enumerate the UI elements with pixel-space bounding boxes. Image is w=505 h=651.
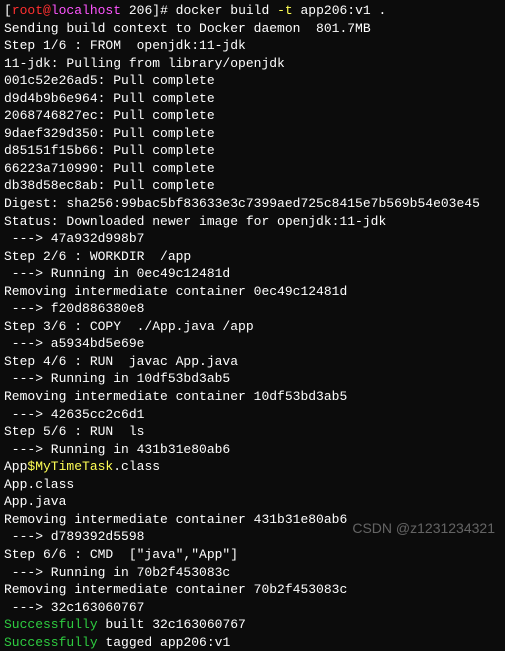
output-line: ---> 32c163060767 <box>4 599 501 617</box>
output-line: 9daef329d350: Pull complete <box>4 125 501 143</box>
output-line: 11-jdk: Pulling from library/openjdk <box>4 55 501 73</box>
text: .class <box>113 459 160 474</box>
output-line: ---> Running in 70b2f453083c <box>4 564 501 582</box>
output-line: ---> Running in 431b31e80ab6 <box>4 441 501 459</box>
output-line: 66223a710990: Pull complete <box>4 160 501 178</box>
success-text: Successfully <box>4 617 98 632</box>
success-text: Successfully <box>4 635 98 650</box>
output-line: d85151f15b66: Pull complete <box>4 142 501 160</box>
output-line: ---> Running in 0ec49c12481d <box>4 265 501 283</box>
output-line: db38d58ec8ab: Pull complete <box>4 177 501 195</box>
output-line: Step 5/6 : RUN ls <box>4 423 501 441</box>
output-line: Status: Downloaded newer image for openj… <box>4 213 501 231</box>
user: root@ <box>12 3 51 18</box>
bracket: [ <box>4 3 12 18</box>
output-line: App.class <box>4 476 501 494</box>
output-line: Removing intermediate container 0ec49c12… <box>4 283 501 301</box>
watermark: CSDN @z1231234321 <box>352 519 495 538</box>
output-line: Step 1/6 : FROM openjdk:11-jdk <box>4 37 501 55</box>
output-line: Removing intermediate container 70b2f453… <box>4 581 501 599</box>
path: 206 <box>121 3 152 18</box>
output-line: Step 2/6 : WORKDIR /app <box>4 248 501 266</box>
command: docker build <box>176 3 277 18</box>
output-line: Digest: sha256:99bac5bf83633e3c7399aed72… <box>4 195 501 213</box>
output-line: App.java <box>4 493 501 511</box>
args: app206:v1 . <box>293 3 387 18</box>
text: App <box>4 459 27 474</box>
output-line: ---> a5934bd5e69e <box>4 335 501 353</box>
prompt-line: [root@localhost 206]# docker build -t ap… <box>4 2 501 20</box>
host: localhost <box>51 3 121 18</box>
output-line: ---> 42635cc2c6d1 <box>4 406 501 424</box>
bracket-close: ]# <box>152 3 175 18</box>
output-line: Sending build context to Docker daemon 8… <box>4 20 501 38</box>
text: tagged app206:v1 <box>98 635 231 650</box>
text: $MyTimeTask <box>27 459 113 474</box>
output-line: Step 4/6 : RUN javac App.java <box>4 353 501 371</box>
output-line: Step 3/6 : COPY ./App.java /app <box>4 318 501 336</box>
output-line: d9d4b9b6e964: Pull complete <box>4 90 501 108</box>
output-line: Successfully tagged app206:v1 <box>4 634 501 651</box>
output-line: ---> Running in 10df53bd3ab5 <box>4 370 501 388</box>
flag: -t <box>277 3 293 18</box>
output-line: App$MyTimeTask.class <box>4 458 501 476</box>
output-line: ---> f20d886380e8 <box>4 300 501 318</box>
output-line: Successfully built 32c163060767 <box>4 616 501 634</box>
output-line: Step 6/6 : CMD ["java","App"] <box>4 546 501 564</box>
output-line: Removing intermediate container 10df53bd… <box>4 388 501 406</box>
text: built 32c163060767 <box>98 617 246 632</box>
output-line: 001c52e26ad5: Pull complete <box>4 72 501 90</box>
terminal-output: [root@localhost 206]# docker build -t ap… <box>4 2 501 651</box>
output-line: 2068746827ec: Pull complete <box>4 107 501 125</box>
output-line: ---> 47a932d998b7 <box>4 230 501 248</box>
